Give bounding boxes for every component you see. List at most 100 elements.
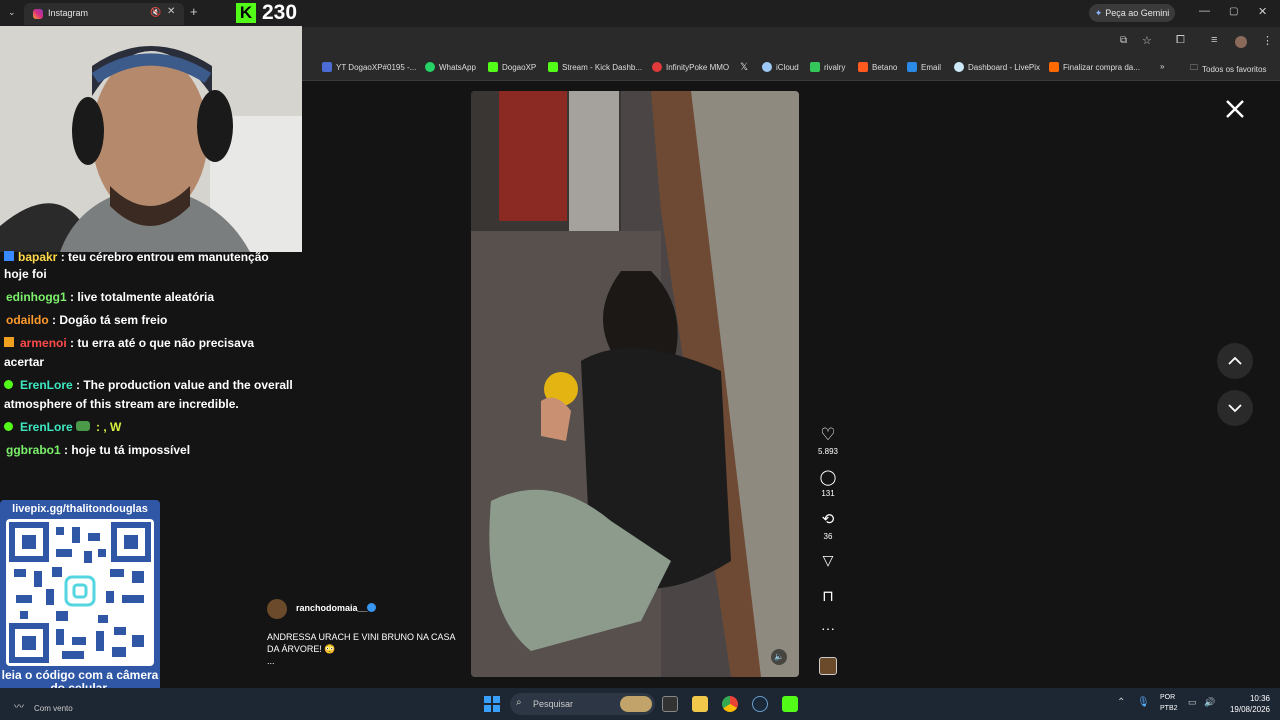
close-tab-icon[interactable]: ✕ bbox=[167, 6, 175, 17]
next-reel-button[interactable] bbox=[1217, 390, 1253, 426]
chat-username: ErenLore bbox=[20, 378, 73, 392]
bookmark-item[interactable]: InfinityPoke MMO bbox=[652, 62, 729, 72]
close-reel-icon[interactable] bbox=[1224, 98, 1246, 120]
bookmark-item[interactable]: Stream - Kick Dashb... bbox=[548, 62, 642, 72]
bookmark-star-icon[interactable]: ☆ bbox=[1142, 34, 1152, 47]
gemini-label: Peça ao Gemini bbox=[1105, 8, 1170, 18]
livepix-icon bbox=[954, 62, 964, 72]
x-bookmark-icon[interactable]: 𝕏 bbox=[740, 62, 748, 73]
extensions-icon[interactable]: ⧠ bbox=[1176, 34, 1185, 47]
minimize-icon[interactable]: — bbox=[1199, 5, 1210, 17]
close-window-icon[interactable]: ✕ bbox=[1258, 5, 1267, 18]
chat-message-continuation: hoje foi bbox=[4, 267, 47, 281]
reel-video[interactable]: 🔈 bbox=[471, 91, 799, 677]
file-explorer-icon[interactable] bbox=[692, 696, 708, 712]
webcam-overlay bbox=[0, 26, 302, 252]
clock-date[interactable]: 19/08/2026 bbox=[1220, 705, 1270, 714]
gemini-button[interactable]: ✦ Peça ao Gemini bbox=[1089, 4, 1175, 22]
caption-more[interactable]: ... bbox=[267, 656, 275, 666]
save-bookmark-icon[interactable]: ⊓ bbox=[816, 587, 840, 605]
chat-message: bapakr : teu cérebro entrou em manutençã… bbox=[4, 248, 294, 266]
betano-icon bbox=[858, 62, 868, 72]
bookmark-favicon bbox=[322, 62, 332, 72]
search-icon: ⌕ bbox=[516, 697, 522, 708]
more-bookmarks-icon[interactable]: » bbox=[1160, 62, 1164, 71]
menu-icon[interactable]: ⋮ bbox=[1262, 34, 1273, 47]
keyboard-layout[interactable]: PTB2 bbox=[1160, 705, 1178, 712]
reel-caption: ANDRESSA URACH E VINI BRUNO NA CASA DA Á… bbox=[267, 631, 457, 667]
bookmark-label: Dashboard - LivePix bbox=[968, 62, 1041, 72]
search-placeholder: Pesquisar bbox=[533, 699, 574, 709]
tab-search-icon[interactable]: ⌄ bbox=[8, 7, 16, 18]
bookmark-item[interactable]: iCloud bbox=[762, 62, 799, 72]
bookmark-item[interactable]: Finalizar compra da... bbox=[1049, 62, 1140, 72]
chat-message: edinhogg1 : live totalmente aleatória bbox=[6, 288, 296, 307]
kick-icon bbox=[488, 62, 498, 72]
streamer-webcam-image bbox=[0, 26, 302, 252]
chevron-up-icon bbox=[1228, 356, 1242, 365]
maximize-icon[interactable]: ▢ bbox=[1229, 6, 1238, 17]
previous-reel-button[interactable] bbox=[1217, 343, 1253, 379]
verified-badge-icon bbox=[4, 422, 13, 431]
tray-chevron-icon[interactable]: ⌃ bbox=[1117, 697, 1125, 708]
chat-username: bapakr bbox=[18, 250, 58, 264]
bookmark-item[interactable]: DogaoXP bbox=[488, 62, 536, 72]
chat-message: armenoi : tu erra até o que não precisav… bbox=[4, 334, 294, 372]
author-avatar[interactable] bbox=[267, 599, 287, 619]
like-count: 5.893 bbox=[817, 447, 839, 456]
network-icon[interactable]: ▭ bbox=[1188, 697, 1197, 708]
install-app-icon[interactable]: ⧉ bbox=[1120, 35, 1127, 46]
chat-message: ggbrabo1 : hoje tu tá impossível bbox=[6, 441, 296, 460]
crown-badge-icon bbox=[4, 337, 14, 347]
windows-start-icon[interactable] bbox=[484, 696, 500, 712]
verified-badge-icon bbox=[4, 380, 13, 389]
chrome-icon[interactable] bbox=[722, 696, 738, 712]
comment-icon[interactable]: ◯ bbox=[816, 468, 840, 486]
repost-icon[interactable]: ⟲ bbox=[816, 510, 840, 528]
task-view-icon[interactable] bbox=[662, 696, 678, 712]
mute-tab-icon[interactable]: 🔇 bbox=[150, 7, 161, 18]
reel-video-frame bbox=[471, 91, 799, 677]
chat-username: armenoi bbox=[20, 336, 67, 350]
chat-message: ErenLore : , W bbox=[4, 418, 294, 437]
chat-text: : , W bbox=[92, 420, 122, 434]
bookmark-label: WhatsApp bbox=[439, 62, 476, 72]
more-options-icon[interactable]: ··· bbox=[816, 620, 840, 636]
bookmark-item[interactable]: Email bbox=[907, 62, 941, 72]
kick-icon bbox=[548, 62, 558, 72]
bookmark-item[interactable]: YT DogaoXP#0195 -... bbox=[322, 62, 416, 72]
email-icon bbox=[907, 62, 917, 72]
input-language[interactable]: POR bbox=[1160, 694, 1175, 701]
author-username[interactable]: ranchodomaia__ bbox=[296, 603, 368, 613]
audio-thumbnail[interactable] bbox=[819, 657, 837, 675]
profile-avatar[interactable] bbox=[1235, 36, 1247, 48]
share-send-icon[interactable]: ▽ bbox=[816, 552, 840, 569]
clock-time[interactable]: 10:36 bbox=[1220, 694, 1270, 703]
rivalry-icon bbox=[810, 62, 820, 72]
gemini-icon: ✦ bbox=[1094, 7, 1103, 18]
all-favorites-folder[interactable]: 🗀 Todos os favoritos bbox=[1190, 62, 1266, 76]
chat-username: odaildo bbox=[6, 313, 49, 327]
chat-message: ErenLore : The production value and the … bbox=[4, 376, 294, 414]
verified-icon bbox=[367, 603, 376, 612]
new-tab-icon[interactable]: + bbox=[190, 4, 198, 19]
steam-icon[interactable] bbox=[752, 696, 768, 712]
chat-text: : live totalmente aleatória bbox=[66, 290, 215, 304]
qr-code-graphic bbox=[9, 522, 151, 663]
chat-username: ErenLore bbox=[20, 420, 73, 434]
like-heart-icon[interactable]: ♡ bbox=[816, 425, 840, 445]
pokeball-icon bbox=[652, 62, 662, 72]
volume-tray-icon[interactable]: 🔊 bbox=[1204, 697, 1215, 708]
microphone-icon[interactable]: 🎙 bbox=[1137, 697, 1150, 708]
repost-count: 36 bbox=[823, 532, 833, 541]
bookmark-item[interactable]: rivalry bbox=[810, 62, 845, 72]
volume-icon[interactable]: 🔈 bbox=[771, 649, 787, 665]
bookmark-label: InfinityPoke MMO bbox=[666, 62, 730, 72]
kick-app-icon[interactable] bbox=[782, 696, 798, 712]
weather-icon[interactable]: 〰 bbox=[14, 698, 24, 713]
emote-icon bbox=[75, 421, 90, 431]
bookmark-item[interactable]: Dashboard - LivePix bbox=[954, 62, 1040, 72]
bookmark-item[interactable]: Betano bbox=[858, 62, 897, 72]
bookmark-item[interactable]: WhatsApp bbox=[425, 62, 476, 72]
media-icon[interactable]: ≡ bbox=[1211, 34, 1217, 46]
